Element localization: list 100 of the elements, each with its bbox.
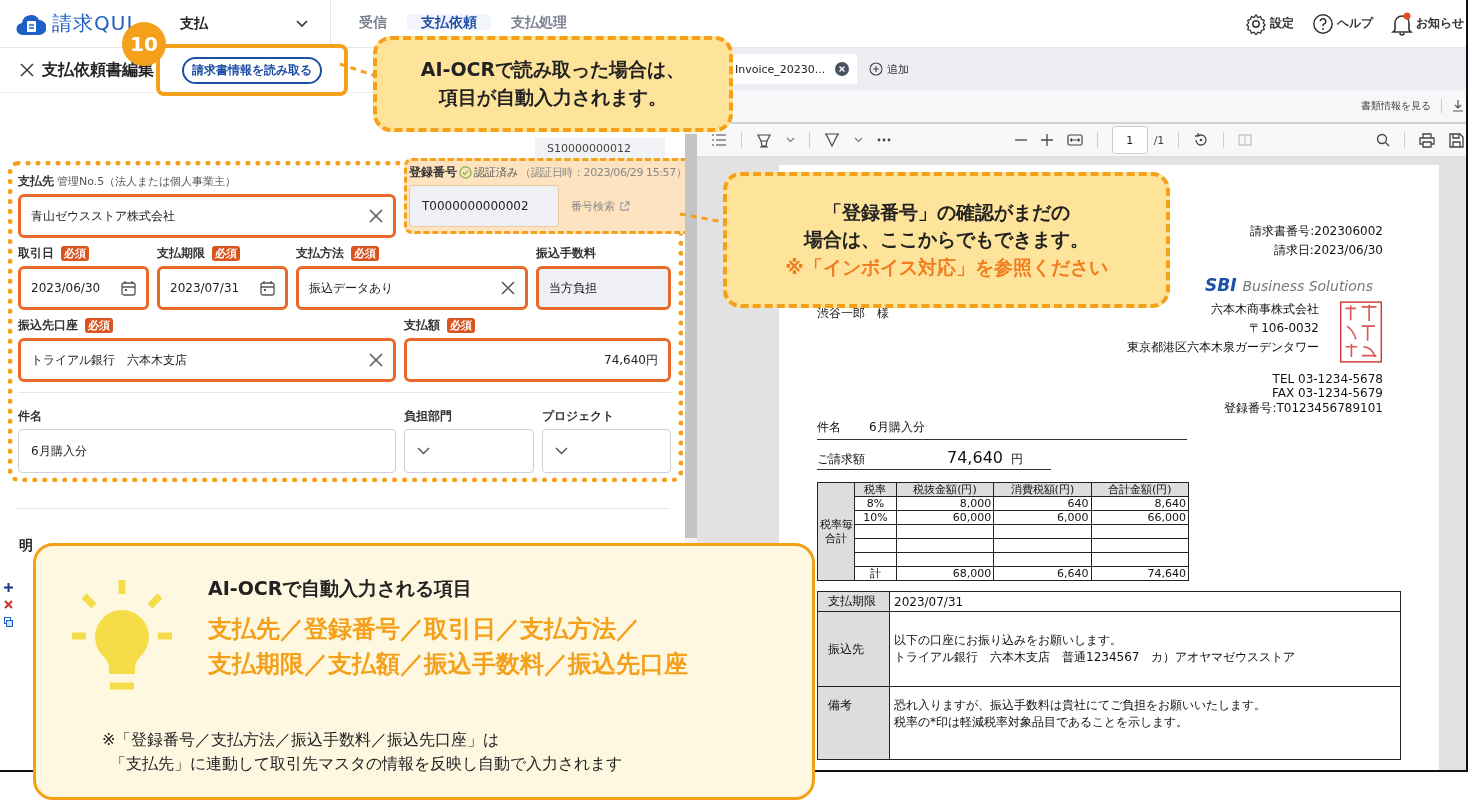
save-icon[interactable] [1449, 132, 1464, 148]
verification-status: 認証済み [474, 164, 518, 180]
add-button[interactable]: 追加 [869, 61, 910, 77]
callout-text: 場合は、ここからでもできます。 [804, 227, 1089, 253]
select-field[interactable] [542, 429, 671, 473]
company-logo: SBI [1204, 275, 1237, 295]
clear-icon[interactable] [369, 209, 383, 223]
caret-icon[interactable] [786, 137, 795, 143]
callout-text: 「登録番号」の確認がまだの [823, 199, 1070, 225]
field-label: 支払方法 [296, 244, 344, 262]
recipient-name: 渋谷一郎 様 [817, 305, 889, 322]
table-cell: 恐れ入りますが、振込手数料は貴社にてご負担をお願いいたします。 税率の*印は軽減税率対象品目であることを示します。 [889, 686, 1401, 760]
total-amount: 74,640 [947, 448, 1003, 467]
header-action[interactable]: ヘルプ [1312, 11, 1373, 36]
calendar-icon[interactable] [121, 280, 136, 296]
field-label: 支払先 [18, 172, 54, 190]
table-cell: 60,000 [896, 510, 994, 525]
issuer-address: 東京都港区六本木泉ガーデンタワー [1127, 339, 1319, 356]
header-action[interactable]: 設定 [1245, 11, 1294, 36]
fit-width-icon[interactable] [1066, 134, 1083, 146]
select-field[interactable] [404, 429, 534, 473]
search-icon[interactable] [1376, 133, 1390, 147]
clear-icon[interactable] [501, 281, 515, 295]
required-badge: 必須 [212, 245, 240, 261]
field-label: 登録番号 [409, 163, 457, 181]
table-cell: 6,000 [993, 510, 1092, 525]
more-icon[interactable] [877, 138, 891, 142]
input-field[interactable]: 2023/06/30 [18, 266, 149, 310]
zoom-in-icon[interactable] [1040, 134, 1053, 146]
column-header: 合計金額(円) [1091, 482, 1189, 497]
field-note: 管理No.5（法人または個人事業主） [57, 173, 237, 189]
check-circle-icon [459, 165, 472, 179]
calendar-icon[interactable] [260, 280, 275, 296]
pen-icon[interactable] [824, 132, 840, 148]
table-cell: 66,000 [1091, 510, 1189, 525]
issuer-name: 六本木商事株式会社 [1211, 301, 1319, 318]
field-label: 支払額 [404, 316, 440, 334]
tip-title: AI-OCRで自動入力される項目 [208, 576, 474, 601]
table-cell: 税率毎合計 [817, 482, 855, 581]
required-badge: 必須 [85, 317, 113, 333]
auto-fill-items: 支払先／登録番号／取引日／支払方法／ 支払期限／支払額／振込手数料／振込先口座 [208, 614, 689, 680]
table-cell: 備考 [817, 686, 890, 760]
table-cell: 6,640 [993, 566, 1092, 581]
rotate-icon[interactable] [1193, 132, 1210, 148]
highlighter-icon[interactable] [756, 132, 772, 148]
delete-icon[interactable] [4, 600, 13, 609]
required-badge: 必須 [61, 245, 89, 261]
field-label: 振込手数料 [536, 244, 596, 262]
chevron-down-icon [417, 447, 430, 455]
total-label: ご請求額 [817, 451, 866, 468]
issuer-contact: TEL 03-1234-5678 [1272, 372, 1383, 386]
input-field[interactable]: トライアル銀行 六本木支店 [18, 338, 396, 382]
issuer-postal-code: 〒106-0032 [1249, 320, 1319, 337]
field-label: 負担部門 [404, 407, 452, 425]
chevron-down-icon [555, 447, 568, 455]
table-cell: 支払期限 [817, 591, 890, 612]
read-invoice-button[interactable]: 請求書情報を読み取る [182, 56, 322, 84]
copy-icon[interactable] [4, 617, 13, 627]
close-icon[interactable] [20, 63, 34, 77]
clear-icon[interactable] [369, 353, 383, 367]
field-label: 取引日 [18, 244, 54, 262]
nav-tab[interactable]: 支払依頼 [407, 13, 491, 30]
company-logo-text: Business Solutions [1242, 278, 1373, 294]
caret-icon[interactable] [854, 137, 863, 143]
bell-icon [1391, 11, 1413, 36]
field-label: 件名 [18, 407, 42, 425]
close-icon[interactable] [835, 62, 850, 76]
table-cell: 以下の口座にお振り込みをお願いします。 トライアル銀行 六本木支店 普通1234567 カ）アオヤマゼウスストア [889, 611, 1401, 687]
invoice-date: 請求日:2023/06/30 [1273, 242, 1383, 259]
nav-tab[interactable]: 支払処理 [497, 13, 581, 30]
input-field[interactable]: 2023/07/31 [157, 266, 288, 310]
document-info-link[interactable]: 書類情報を見る [1361, 99, 1442, 113]
scrollbar[interactable] [685, 134, 697, 538]
input-field[interactable]: 6月購入分 [18, 429, 396, 473]
print-icon[interactable] [1419, 132, 1435, 148]
input-field[interactable]: 74,640円 [404, 338, 671, 382]
table-cell: 640 [993, 496, 1092, 511]
invoice-number: 請求書番号:202306002 [1250, 223, 1383, 240]
table-cell: 8,000 [896, 496, 994, 511]
page-number-field[interactable]: 1 [1111, 126, 1148, 154]
seal-drawing [1339, 301, 1383, 363]
table-cell: 68,000 [896, 566, 994, 581]
table-cell: 2023/07/31 [889, 591, 1401, 612]
field-label: 振込先口座 [18, 316, 78, 334]
section-heading: 明 [19, 537, 33, 555]
module-dropdown[interactable]: 支払 [180, 14, 318, 33]
input-field[interactable]: 振込データあり [296, 266, 528, 310]
table-cell: 8,640 [1091, 496, 1189, 511]
plus-icon[interactable] [4, 583, 13, 592]
field-label: プロジェクト [542, 407, 614, 425]
input-field[interactable]: 当方負担 [536, 266, 671, 310]
subject-label: 件名 [817, 419, 841, 436]
page-total: /1 [1153, 133, 1165, 147]
chevron-down-icon [296, 19, 308, 28]
external-link-icon [619, 200, 630, 212]
header-action[interactable]: お知らせ [1391, 11, 1464, 36]
nav-tab[interactable]: 受信 [345, 13, 401, 30]
download-icon[interactable] [1452, 99, 1464, 113]
input-field[interactable]: 青山ゼウスストア株式会社 [18, 194, 396, 238]
field-label: 支払期限 [157, 244, 205, 262]
